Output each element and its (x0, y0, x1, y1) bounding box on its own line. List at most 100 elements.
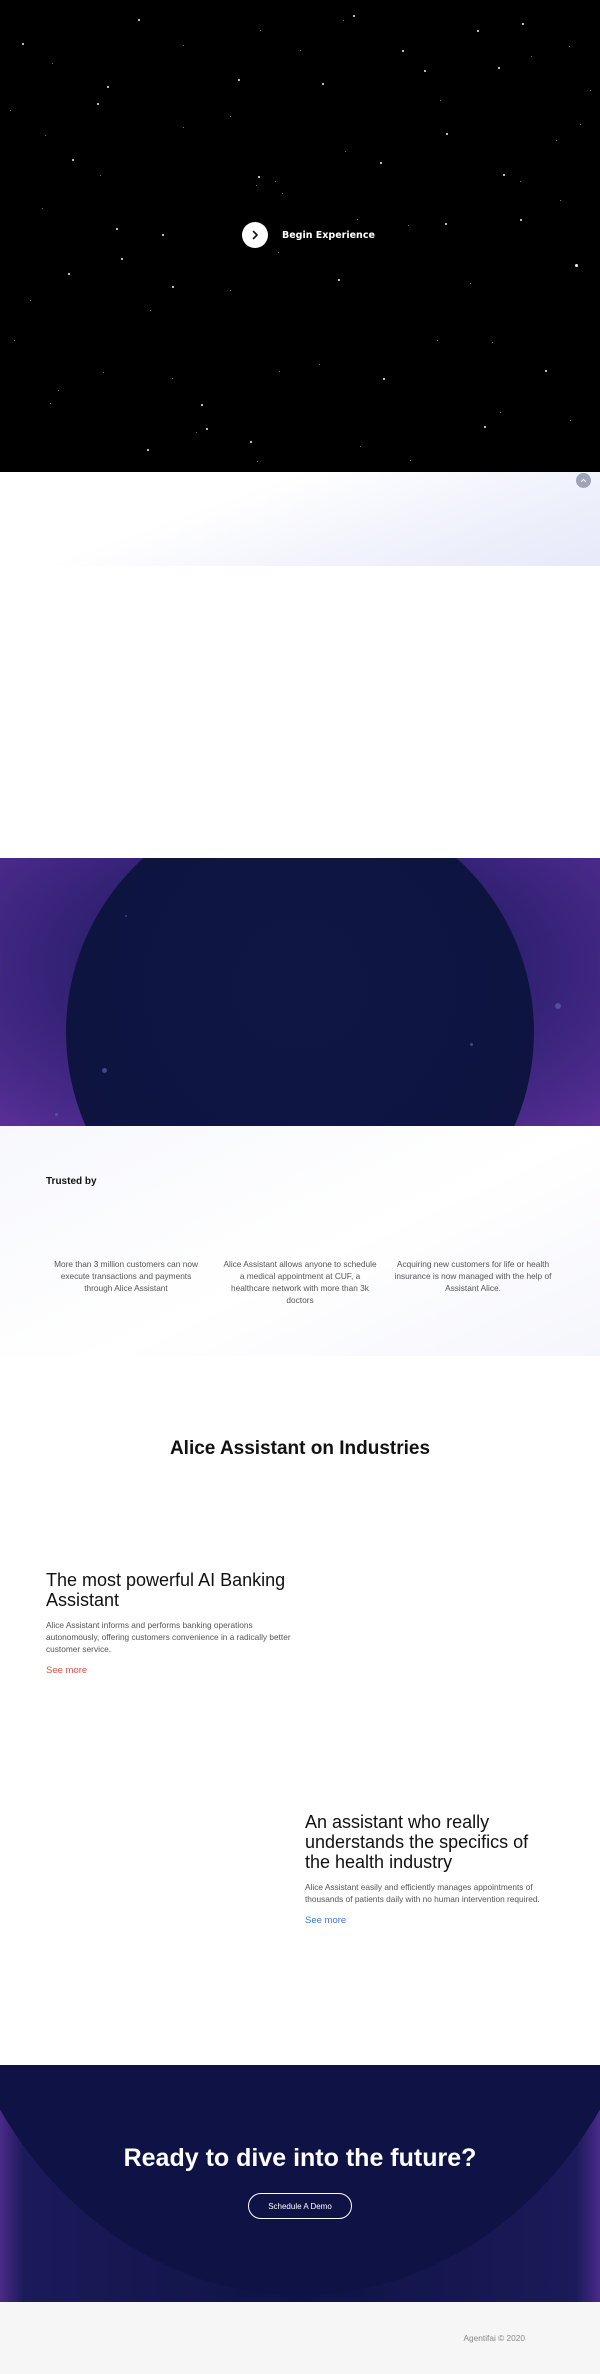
star (520, 181, 521, 182)
star (380, 162, 382, 164)
star (138, 19, 140, 21)
star (201, 404, 203, 406)
star (360, 446, 361, 447)
trusted-item-banking: More than 3 million customers can now ex… (54, 1259, 198, 1293)
begin-experience-label[interactable]: Begin Experience (282, 230, 375, 241)
star (238, 79, 240, 81)
star (322, 83, 324, 85)
planet-disc (66, 858, 534, 1126)
banking-block: The most powerful AI Banking Assistant A… (46, 1570, 296, 1678)
star (492, 342, 493, 343)
star (357, 219, 358, 220)
star (580, 124, 581, 125)
footer: Agentifai © 2020 (0, 2302, 600, 2374)
banking-see-more-link[interactable]: See more (46, 1665, 87, 1676)
star (437, 340, 438, 341)
star (484, 426, 486, 428)
chevron-up-icon (580, 478, 587, 483)
star (477, 30, 479, 32)
banking-heading: The most powerful AI Banking Assistant (46, 1570, 286, 1610)
cta-planet-disc (0, 2065, 600, 2295)
chevron-right-icon (252, 230, 258, 240)
hero-section: Begin Experience (0, 0, 600, 472)
star (279, 371, 280, 372)
planet-particle (102, 1068, 107, 1073)
star (408, 225, 409, 226)
star (402, 50, 404, 52)
star (338, 279, 340, 281)
star (522, 23, 524, 25)
star (250, 441, 252, 443)
star (257, 461, 258, 462)
star (72, 159, 74, 161)
star (116, 228, 118, 230)
scroll-top-button[interactable] (576, 473, 591, 488)
star (147, 449, 149, 451)
cta-section: Ready to dive into the future? Schedule … (0, 2065, 600, 2302)
star (446, 133, 448, 135)
star (383, 378, 385, 380)
cta-title: Ready to dive into the future? (123, 2144, 477, 2172)
star (196, 432, 197, 433)
schedule-demo-button[interactable]: Schedule A Demo (248, 2193, 352, 2219)
trusted-item-insurance: Acquiring new customers for life or heal… (394, 1259, 552, 1293)
star (575, 264, 578, 267)
star (103, 372, 104, 373)
star (172, 286, 174, 288)
planet-section (0, 858, 600, 1126)
health-text: Alice Assistant easily and efficiently m… (305, 1882, 540, 1904)
star (319, 364, 320, 365)
star (353, 15, 355, 17)
trusted-section: Trusted by More than 3 million customers… (0, 1126, 600, 1356)
star (183, 127, 184, 128)
star (256, 185, 257, 186)
health-see-more-link[interactable]: See more (305, 1915, 346, 1926)
star (569, 46, 570, 47)
planet-particle (555, 1003, 561, 1009)
star (258, 176, 260, 178)
star (278, 252, 279, 253)
star (22, 43, 24, 45)
health-heading: An assistant who really understands the … (305, 1812, 529, 1872)
star (531, 56, 532, 57)
star (570, 420, 571, 421)
star (520, 219, 522, 221)
star (300, 50, 301, 51)
star (410, 460, 411, 461)
planet-particle (470, 1043, 473, 1046)
star (424, 70, 426, 72)
star (503, 174, 505, 176)
star (545, 370, 547, 372)
industries-section: Alice Assistant on Industries The most p… (0, 1356, 600, 2065)
star (590, 90, 591, 91)
begin-button-circle[interactable] (242, 222, 268, 248)
trusted-title: Trusted by (46, 1176, 97, 1187)
star (500, 412, 501, 413)
star (162, 234, 164, 236)
star (260, 30, 261, 31)
star (30, 300, 31, 301)
star (230, 290, 231, 291)
star (14, 340, 15, 341)
planet-particle (55, 1113, 58, 1116)
star (343, 20, 344, 21)
star (97, 103, 99, 105)
intro-gradient (0, 472, 600, 566)
star (206, 428, 208, 430)
industries-title: Alice Assistant on Industries (169, 1438, 431, 1459)
banking-text: Alice Assistant informs and performs ban… (46, 1620, 291, 1654)
planet-particle (125, 915, 127, 917)
intro-section (0, 472, 600, 858)
star (42, 208, 43, 209)
star (50, 403, 51, 404)
star (230, 116, 231, 117)
star (52, 63, 53, 64)
star (150, 310, 151, 311)
begin-experience-button[interactable]: Begin Experience (242, 222, 375, 248)
health-block: An assistant who really understands the … (305, 1812, 550, 1928)
star (121, 258, 123, 260)
star (275, 181, 276, 182)
star (172, 378, 173, 379)
star (470, 283, 471, 284)
star (100, 175, 101, 176)
